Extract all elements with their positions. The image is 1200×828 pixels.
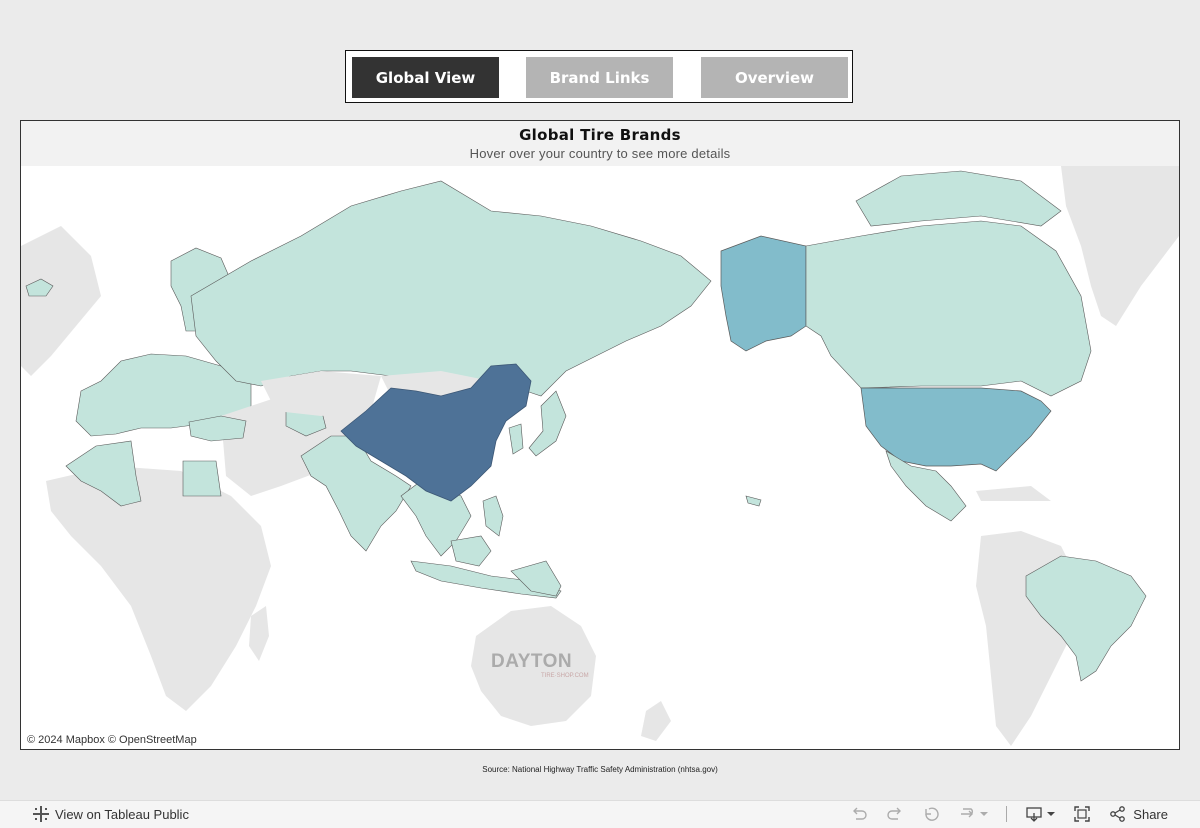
canada[interactable]: [805, 220, 1092, 397]
view-on-tableau-label: View on Tableau Public: [55, 806, 189, 822]
data-source-note: Source: National Highway Traffic Safety …: [482, 765, 718, 774]
brand-links-button[interactable]: Brand Links: [526, 57, 673, 98]
map-attribution[interactable]: © 2024 Mapbox © OpenStreetMap: [25, 733, 199, 747]
revert-icon[interactable]: [922, 805, 940, 823]
dashboard-nav: Global View Brand Links Overview: [345, 50, 853, 103]
view-on-tableau-link[interactable]: View on Tableau Public: [33, 806, 189, 822]
download-icon[interactable]: [1025, 805, 1043, 823]
alaska[interactable]: [720, 235, 807, 352]
dayton-watermark: DAYTON: [491, 651, 573, 672]
share-label: Share: [1133, 806, 1168, 822]
download-control[interactable]: [1025, 805, 1056, 823]
overview-button[interactable]: Overview: [701, 57, 848, 98]
redo-icon[interactable]: [886, 805, 904, 823]
tableau-logo-icon: [33, 806, 49, 822]
undo-icon[interactable]: [850, 805, 868, 823]
map-visualization: Global Tire Brands Hover over your count…: [20, 120, 1180, 750]
share-button[interactable]: Share: [1109, 805, 1168, 823]
chevron-down-icon: [1047, 812, 1056, 816]
viz-subtitle: Hover over your country to see more deta…: [469, 146, 731, 161]
refresh-icon[interactable]: [958, 805, 976, 823]
toolbar-actions: Share: [850, 805, 1168, 823]
share-icon: [1110, 806, 1126, 822]
refresh-control[interactable]: [958, 805, 989, 823]
egypt[interactable]: [182, 460, 222, 497]
fullscreen-icon[interactable]: [1073, 805, 1091, 823]
global-view-button[interactable]: Global View: [352, 57, 499, 98]
chevron-down-icon: [980, 812, 989, 816]
toolbar-separator: [1006, 806, 1008, 822]
world-map[interactable]: DAYTON TIRE·SHOP.COM © 2024 Mapbox © Ope…: [21, 166, 1179, 749]
dayton-watermark-sub: TIRE·SHOP.COM: [541, 673, 589, 679]
viz-title: Global Tire Brands: [519, 126, 681, 144]
viz-header: Global Tire Brands Hover over your count…: [21, 121, 1179, 166]
tableau-toolbar: View on Tableau Public Share: [0, 800, 1200, 828]
